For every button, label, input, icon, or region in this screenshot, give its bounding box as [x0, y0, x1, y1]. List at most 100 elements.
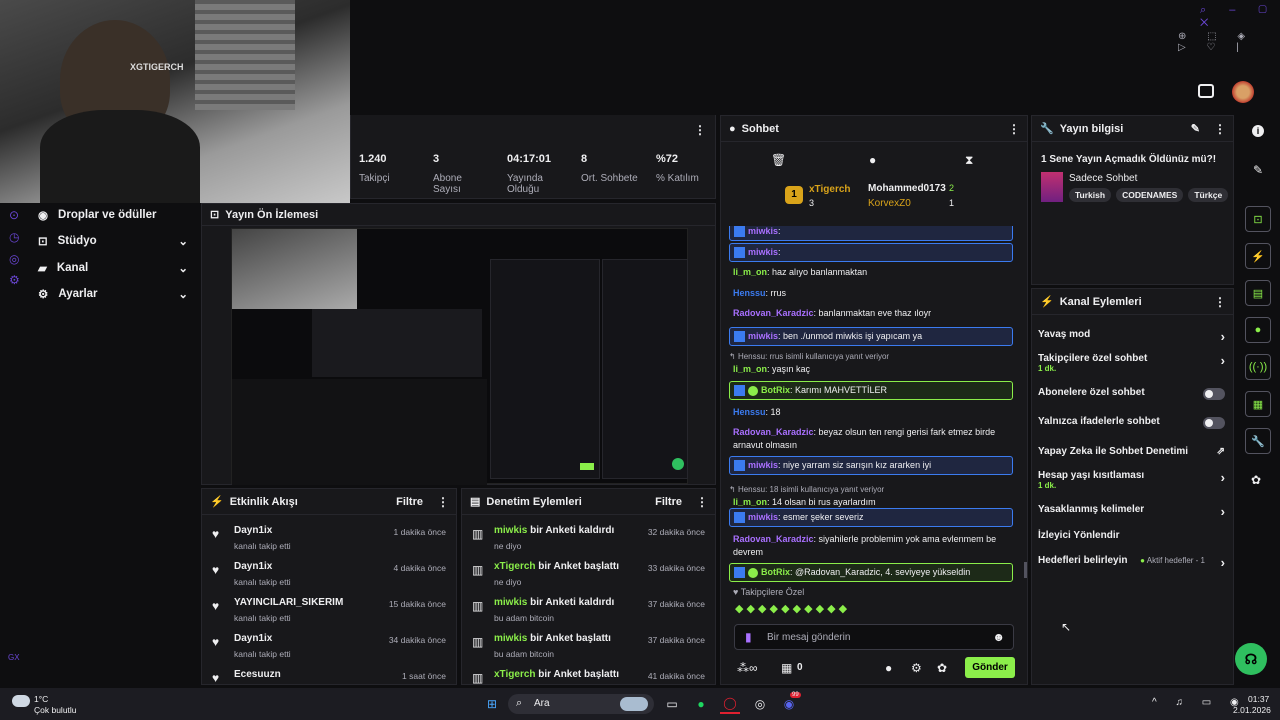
- chat-message[interactable]: miwkis: esmer şeker severiz: [729, 508, 1013, 527]
- more-icon[interactable]: ⋮: [696, 495, 708, 509]
- users-icon[interactable]: ✿: [937, 661, 947, 675]
- channel-action[interactable]: İzleyici Yönlendir: [1038, 530, 1225, 541]
- activity-item[interactable]: ♥ Dayn1ix kanalı takip etti 34 dakika önce: [212, 633, 446, 669]
- taskview-icon[interactable]: ▭: [662, 694, 682, 714]
- activity-item[interactable]: ♥ Dayn1ix kanalı takip etti 1 dakika önce: [212, 525, 446, 561]
- rail-icon[interactable]: ⚙: [9, 273, 20, 287]
- channel-action[interactable]: Hedefleri belirleyin ● Aktif hedefler - 1…: [1038, 555, 1225, 570]
- chat-message[interactable]: Henssu: 18: [729, 406, 1013, 419]
- moderation-item[interactable]: ▥ xTigerch bir Anket başlattı ne diyo 33 da…: [472, 561, 705, 597]
- chat-message[interactable]: Radovan_Karadzic: beyaz olsun ten rengi …: [729, 426, 1013, 452]
- chat-username[interactable]: Radovan_Karadzic: [733, 427, 814, 437]
- filter-button[interactable]: Filtre: [655, 496, 682, 508]
- chat-username[interactable]: miwkis: [748, 331, 778, 341]
- activity-item[interactable]: ♥ Dayn1ix kanalı takip etti 4 dakika önce: [212, 561, 446, 597]
- chat-message[interactable]: BotRix: @Radovan_Karadzic, 4. seviyeye y…: [729, 563, 1013, 582]
- chat-message[interactable]: Radovan_Karadzic: banlanmaktan eve thaz …: [729, 307, 1013, 320]
- chat-username[interactable]: miwkis: [748, 512, 778, 522]
- sidebar-item-settings[interactable]: ⚙ Ayarlar ⌄: [38, 287, 188, 301]
- chat-message[interactable]: miwkis:: [729, 243, 1013, 262]
- chat-username[interactable]: Henssu: [733, 407, 766, 417]
- chat-icon-small[interactable]: ●: [885, 661, 892, 675]
- info-icon[interactable]: i: [1252, 125, 1264, 137]
- users-icon[interactable]: ✿: [1251, 473, 1261, 487]
- channel-action[interactable]: Yasaklanmış kelimeler ›: [1038, 504, 1225, 519]
- chat-message[interactable]: miwkis: niye yarram siz sarışın kız arar…: [729, 456, 1013, 475]
- channel-action[interactable]: Takipçilere özel sohbet 1 dk. ›: [1038, 353, 1225, 373]
- more-icon[interactable]: ⋮: [437, 495, 449, 509]
- moderation-item[interactable]: ▥ miwkis bir Anketi kaldırdı bu adam bitco…: [472, 597, 705, 633]
- panel-icon[interactable]: ▦: [1245, 391, 1271, 417]
- channel-action[interactable]: Yalnızca ifadelerle sohbet: [1038, 416, 1225, 429]
- spotify-icon[interactable]: ●: [691, 694, 711, 714]
- sidebar-item-drops[interactable]: ◉ Droplar ve ödüller: [38, 208, 188, 222]
- rail-icon[interactable]: ◎: [9, 252, 19, 266]
- gear-icon[interactable]: ⚙: [911, 661, 922, 675]
- opera-gx-icon[interactable]: ◎: [750, 694, 770, 714]
- moderation-item[interactable]: ▥ miwkis bir Anket başlattı bu adam bitcoi…: [472, 633, 705, 669]
- bolt-icon[interactable]: ⚡: [1245, 243, 1271, 269]
- emote-row[interactable]: ◆ ◆ ◆ ◆ ◆ ◆ ◆ ◆ ◆ ◆: [735, 602, 1025, 618]
- sidebar-item-channel[interactable]: ▰ Kanal ⌄: [38, 261, 188, 275]
- more-icon[interactable]: ⋮: [1008, 122, 1020, 136]
- emoji-icon[interactable]: ☻: [992, 630, 1005, 644]
- tag[interactable]: Türkçe: [1188, 188, 1229, 202]
- toggle-switch[interactable]: [1203, 388, 1225, 400]
- opera-icon[interactable]: ◯: [720, 694, 740, 714]
- rail-icon[interactable]: ⊙: [9, 208, 19, 222]
- chat-message[interactable]: ↰ Henssu: 18 isimli kullanıcıya yanıt ve…: [729, 483, 1013, 509]
- chat-username[interactable]: Henssu: [733, 288, 766, 298]
- chat-message[interactable]: miwkis:: [729, 226, 1013, 241]
- help-button[interactable]: ☊: [1235, 643, 1267, 675]
- chat-username[interactable]: Radovan_Karadzic: [733, 534, 814, 544]
- rail-icon[interactable]: ◷: [9, 230, 19, 244]
- trash-icon[interactable]: 🗑: [771, 153, 786, 167]
- chat-bubble-icon[interactable]: ●: [869, 153, 876, 167]
- chat-icon[interactable]: ●: [1245, 317, 1271, 343]
- camera-icon[interactable]: ⊡: [1245, 206, 1271, 232]
- chat-message[interactable]: Henssu: rrus: [729, 287, 1013, 300]
- chat-message[interactable]: Radovan_Karadzic: siyahilerle problemim …: [729, 533, 1013, 559]
- toggle-switch[interactable]: [1203, 417, 1225, 429]
- chat-input[interactable]: ▮ Bir mesaj gönderin ☻: [734, 624, 1014, 650]
- chat-username[interactable]: Radovan_Karadzic: [733, 308, 814, 318]
- mic-icon[interactable]: ▮: [745, 630, 752, 644]
- chat-username[interactable]: miwkis: [748, 226, 778, 236]
- channel-action[interactable]: Hesap yaşı kısıtlaması 1 dk. ›: [1038, 470, 1225, 490]
- scrollbar[interactable]: [1024, 562, 1027, 578]
- chat-username[interactable]: li_m_on: [733, 267, 767, 277]
- chat-username[interactable]: miwkis: [748, 247, 778, 257]
- activity-item[interactable]: ♥ YAYINCILARI_SIKERIM kanalı takip etti 15 …: [212, 597, 446, 633]
- more-icon[interactable]: ⋮: [1214, 295, 1226, 309]
- chat-username[interactable]: miwkis: [748, 460, 778, 470]
- chat-message[interactable]: miwkis: ben ./unmod miwkis işi yapıcam y…: [729, 327, 1013, 346]
- more-icon[interactable]: ⋮: [1214, 122, 1226, 136]
- chat-message[interactable]: ↰ Henssu: rrus isimli kullanıcıya yanıt …: [729, 350, 1013, 376]
- edit-icon[interactable]: ✎: [1191, 122, 1200, 135]
- chat-username[interactable]: BotRix: [761, 567, 790, 577]
- tag[interactable]: Turkish: [1069, 188, 1112, 202]
- hourglass-icon[interactable]: ⧗: [965, 153, 973, 168]
- tag[interactable]: CODENAMES: [1116, 188, 1184, 202]
- sidebar-item-studio[interactable]: ⊡ Stüdyo ⌄: [38, 234, 188, 248]
- broadcast-icon[interactable]: ((·)): [1245, 354, 1271, 380]
- windows-start-icon[interactable]: ⊞: [482, 694, 502, 714]
- points-icon[interactable]: ⁂∞: [737, 661, 758, 675]
- chat-message[interactable]: BotRix: Karımı MAHVETTİLER: [729, 381, 1013, 400]
- filter-button[interactable]: Filtre: [396, 496, 423, 508]
- send-button[interactable]: Gönder: [965, 657, 1015, 678]
- chat-username[interactable]: BotRix: [761, 385, 790, 395]
- theater-icon[interactable]: [1198, 84, 1214, 98]
- moderation-item[interactable]: ▥ miwkis bir Anketi kaldırdı ne diyo 32 dak…: [472, 525, 705, 561]
- channel-action[interactable]: Yapay Zeka ile Sohbet Denetimi ⇗: [1038, 446, 1225, 457]
- stream-preview[interactable]: [231, 228, 688, 485]
- avatar[interactable]: [1232, 81, 1254, 103]
- weather-icon[interactable]: [12, 695, 30, 707]
- chat-username[interactable]: li_m_on: [733, 364, 767, 374]
- chat-message[interactable]: li_m_on: haz alıyo banlanmaktan: [729, 266, 1013, 279]
- channel-action[interactable]: Abonelere özel sohbet: [1038, 387, 1225, 400]
- pencil-icon[interactable]: ✎: [1253, 163, 1263, 177]
- gift-icon[interactable]: ▦: [781, 661, 792, 675]
- doc-icon[interactable]: ▤: [1245, 280, 1271, 306]
- channel-action[interactable]: Yavaş mod ›: [1038, 329, 1225, 344]
